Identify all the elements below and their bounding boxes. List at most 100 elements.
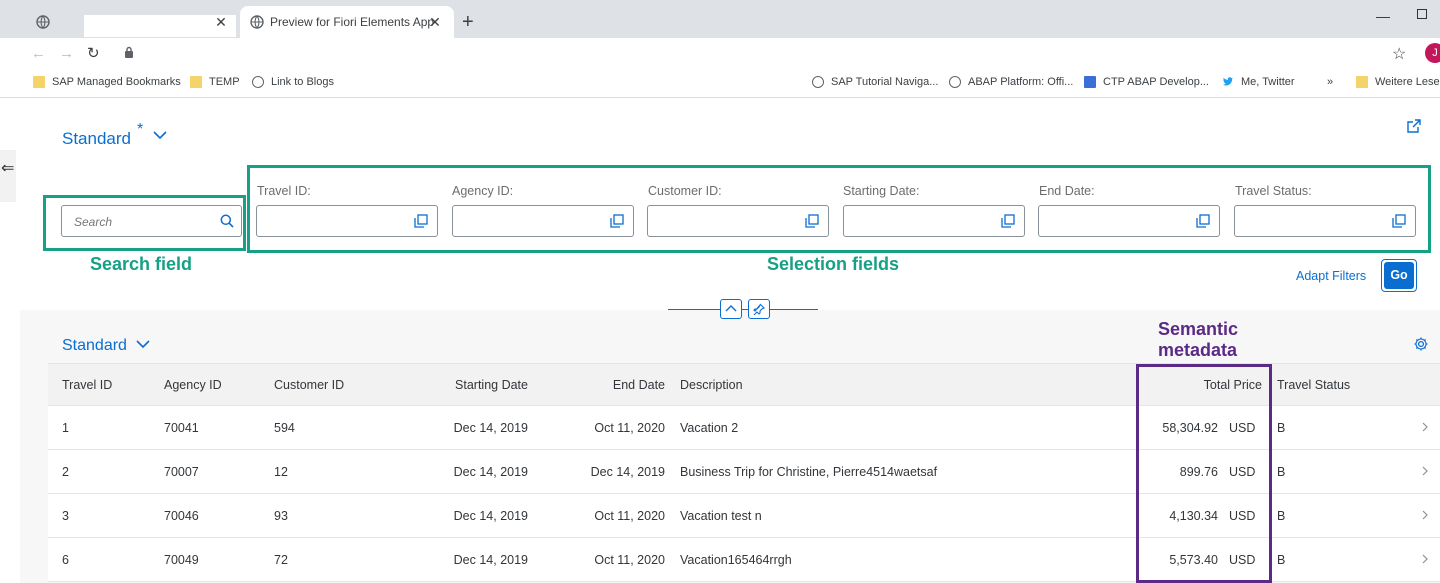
bookmark-label: SAP Managed Bookmarks <box>52 76 181 88</box>
column-header[interactable]: Description <box>680 378 743 392</box>
cell-end-date: Oct 11, 2020 <box>594 509 665 523</box>
bookmark-item[interactable]: SAP Managed Bookmarks <box>33 76 181 88</box>
filter-variant-title[interactable]: Standard <box>62 129 131 149</box>
cell-agency-id: 70007 <box>164 465 199 479</box>
bookmark-item[interactable]: Weitere Lesez <box>1356 76 1440 88</box>
bookmark-item[interactable]: CTP ABAP Develop... <box>1084 76 1209 88</box>
cell-travel-status: B <box>1277 465 1286 479</box>
table-variant-title[interactable]: Standard <box>62 337 127 355</box>
cell-travel-status: B <box>1277 553 1286 567</box>
go-button[interactable]: Go <box>1384 262 1414 289</box>
address-bar: ← → ↻ ☆ J <box>0 38 1440 68</box>
folder-icon <box>33 76 45 88</box>
cell-agency-id: 70049 <box>164 553 199 567</box>
browser-tab-active[interactable]: Preview for Fiori Elements App ✕ <box>240 6 454 38</box>
collapse-header-button[interactable] <box>720 299 742 319</box>
cell-travel-id: 6 <box>62 553 69 567</box>
mouse-cursor-icon: ⇐ <box>1 160 15 177</box>
bookmark-item[interactable]: ABAP Platform: Offi... <box>949 76 1073 88</box>
new-tab-button[interactable]: + <box>462 12 474 32</box>
cell-starting-date: Dec 14, 2019 <box>453 509 528 523</box>
minimize-window-icon[interactable]: — <box>1376 8 1390 24</box>
cell-customer-id: 72 <box>274 553 288 567</box>
chevron-down-icon[interactable] <box>135 339 151 349</box>
column-header[interactable]: Customer ID <box>274 378 344 392</box>
bookmark-label: Weitere Lesez <box>1375 76 1440 88</box>
globe-icon <box>250 15 264 29</box>
cell-customer-id: 93 <box>274 509 288 523</box>
reload-icon[interactable]: ↻ <box>87 46 100 61</box>
bookmarks-overflow-button[interactable]: » <box>1327 76 1333 88</box>
cell-travel-id: 2 <box>62 465 69 479</box>
header-divider <box>668 309 818 310</box>
bookmark-label: Me, Twitter <box>1241 76 1295 88</box>
chevron-right-icon[interactable] <box>1421 421 1429 433</box>
chevron-right-icon[interactable] <box>1421 509 1429 521</box>
chevron-right-icon[interactable] <box>1421 553 1429 565</box>
globe-icon <box>252 76 264 88</box>
pin-header-button[interactable] <box>748 299 770 319</box>
semantic-annotation-line2: metadata <box>1158 340 1238 360</box>
adapt-filters-button[interactable]: Adapt Filters <box>1296 269 1366 283</box>
cell-starting-date: Dec 14, 2019 <box>453 465 528 479</box>
cell-customer-id: 594 <box>274 421 295 435</box>
globe-icon <box>36 15 50 29</box>
bookmark-label: SAP Tutorial Naviga... <box>831 76 939 88</box>
cell-agency-id: 70041 <box>164 421 199 435</box>
semantic-metadata-annotation: Semantic metadata <box>1158 319 1238 361</box>
column-header[interactable]: Starting Date <box>428 378 528 392</box>
browser-tab-strip: ✕ Preview for Fiori Elements App ✕ + — <box>0 0 1440 38</box>
maximize-window-icon[interactable] <box>1417 9 1427 19</box>
lock-icon[interactable] <box>124 46 134 58</box>
semantic-annotation-line1: Semantic <box>1158 319 1239 339</box>
cell-travel-status: B <box>1277 421 1286 435</box>
chevron-right-icon[interactable] <box>1421 465 1429 477</box>
browser-tab-inactive[interactable]: ✕ <box>26 6 240 38</box>
column-header[interactable]: End Date <box>565 378 665 392</box>
cell-end-date: Oct 11, 2020 <box>594 421 665 435</box>
cell-travel-id: 1 <box>62 421 69 435</box>
bookmark-label: TEMP <box>209 76 240 88</box>
sap-icon <box>1084 76 1096 88</box>
cell-starting-date: Dec 14, 2019 <box>453 421 528 435</box>
cell-description: Vacation test n <box>680 509 762 523</box>
share-icon[interactable] <box>1406 118 1422 134</box>
chevron-down-icon[interactable] <box>152 130 168 140</box>
cell-end-date: Dec 14, 2019 <box>590 465 665 479</box>
cell-description: Vacation165464rrgh <box>680 553 792 567</box>
cell-travel-status: B <box>1277 509 1286 523</box>
folder-icon <box>190 76 202 88</box>
cell-travel-id: 3 <box>62 509 69 523</box>
bookmark-star-icon[interactable]: ☆ <box>1392 44 1406 64</box>
selection-fields-highlight <box>247 165 1431 253</box>
semantic-metadata-highlight <box>1136 364 1272 583</box>
bookmark-item[interactable]: TEMP <box>190 76 240 88</box>
forward-arrow-icon[interactable]: → <box>59 46 74 61</box>
cell-agency-id: 70046 <box>164 509 199 523</box>
bookmarks-bar: SAP Managed Bookmarks TEMP Link to Blogs… <box>0 68 1440 98</box>
folder-icon <box>1356 76 1368 88</box>
column-header[interactable]: Travel ID <box>62 378 112 392</box>
bookmark-item[interactable]: SAP Tutorial Naviga... <box>812 76 938 88</box>
twitter-icon <box>1222 76 1234 88</box>
cell-description: Vacation 2 <box>680 421 739 435</box>
back-arrow-icon[interactable]: ← <box>31 46 46 61</box>
url-input[interactable] <box>112 42 1412 64</box>
globe-icon <box>949 76 961 88</box>
search-field-annotation: Search field <box>90 254 193 274</box>
cell-end-date: Oct 11, 2020 <box>594 553 665 567</box>
selection-fields-annotation: Selection fields <box>767 254 900 274</box>
column-header[interactable]: Travel Status <box>1277 378 1350 392</box>
column-header[interactable]: Agency ID <box>164 378 222 392</box>
close-tab-icon[interactable]: ✕ <box>428 15 442 29</box>
bookmark-label: CTP ABAP Develop... <box>1103 76 1209 88</box>
close-tab-icon[interactable]: ✕ <box>214 15 228 29</box>
bookmark-item[interactable]: Link to Blogs <box>252 76 334 88</box>
bookmark-item[interactable]: Me, Twitter <box>1222 76 1295 88</box>
gear-icon[interactable] <box>1413 336 1429 352</box>
bookmark-label: ABAP Platform: Offi... <box>968 76 1074 88</box>
cell-description: Business Trip for Christine, Pierre4514w… <box>680 465 938 479</box>
search-field-highlight <box>43 195 246 251</box>
variant-modified-indicator: * <box>137 121 144 138</box>
profile-avatar[interactable]: J <box>1425 43 1440 63</box>
